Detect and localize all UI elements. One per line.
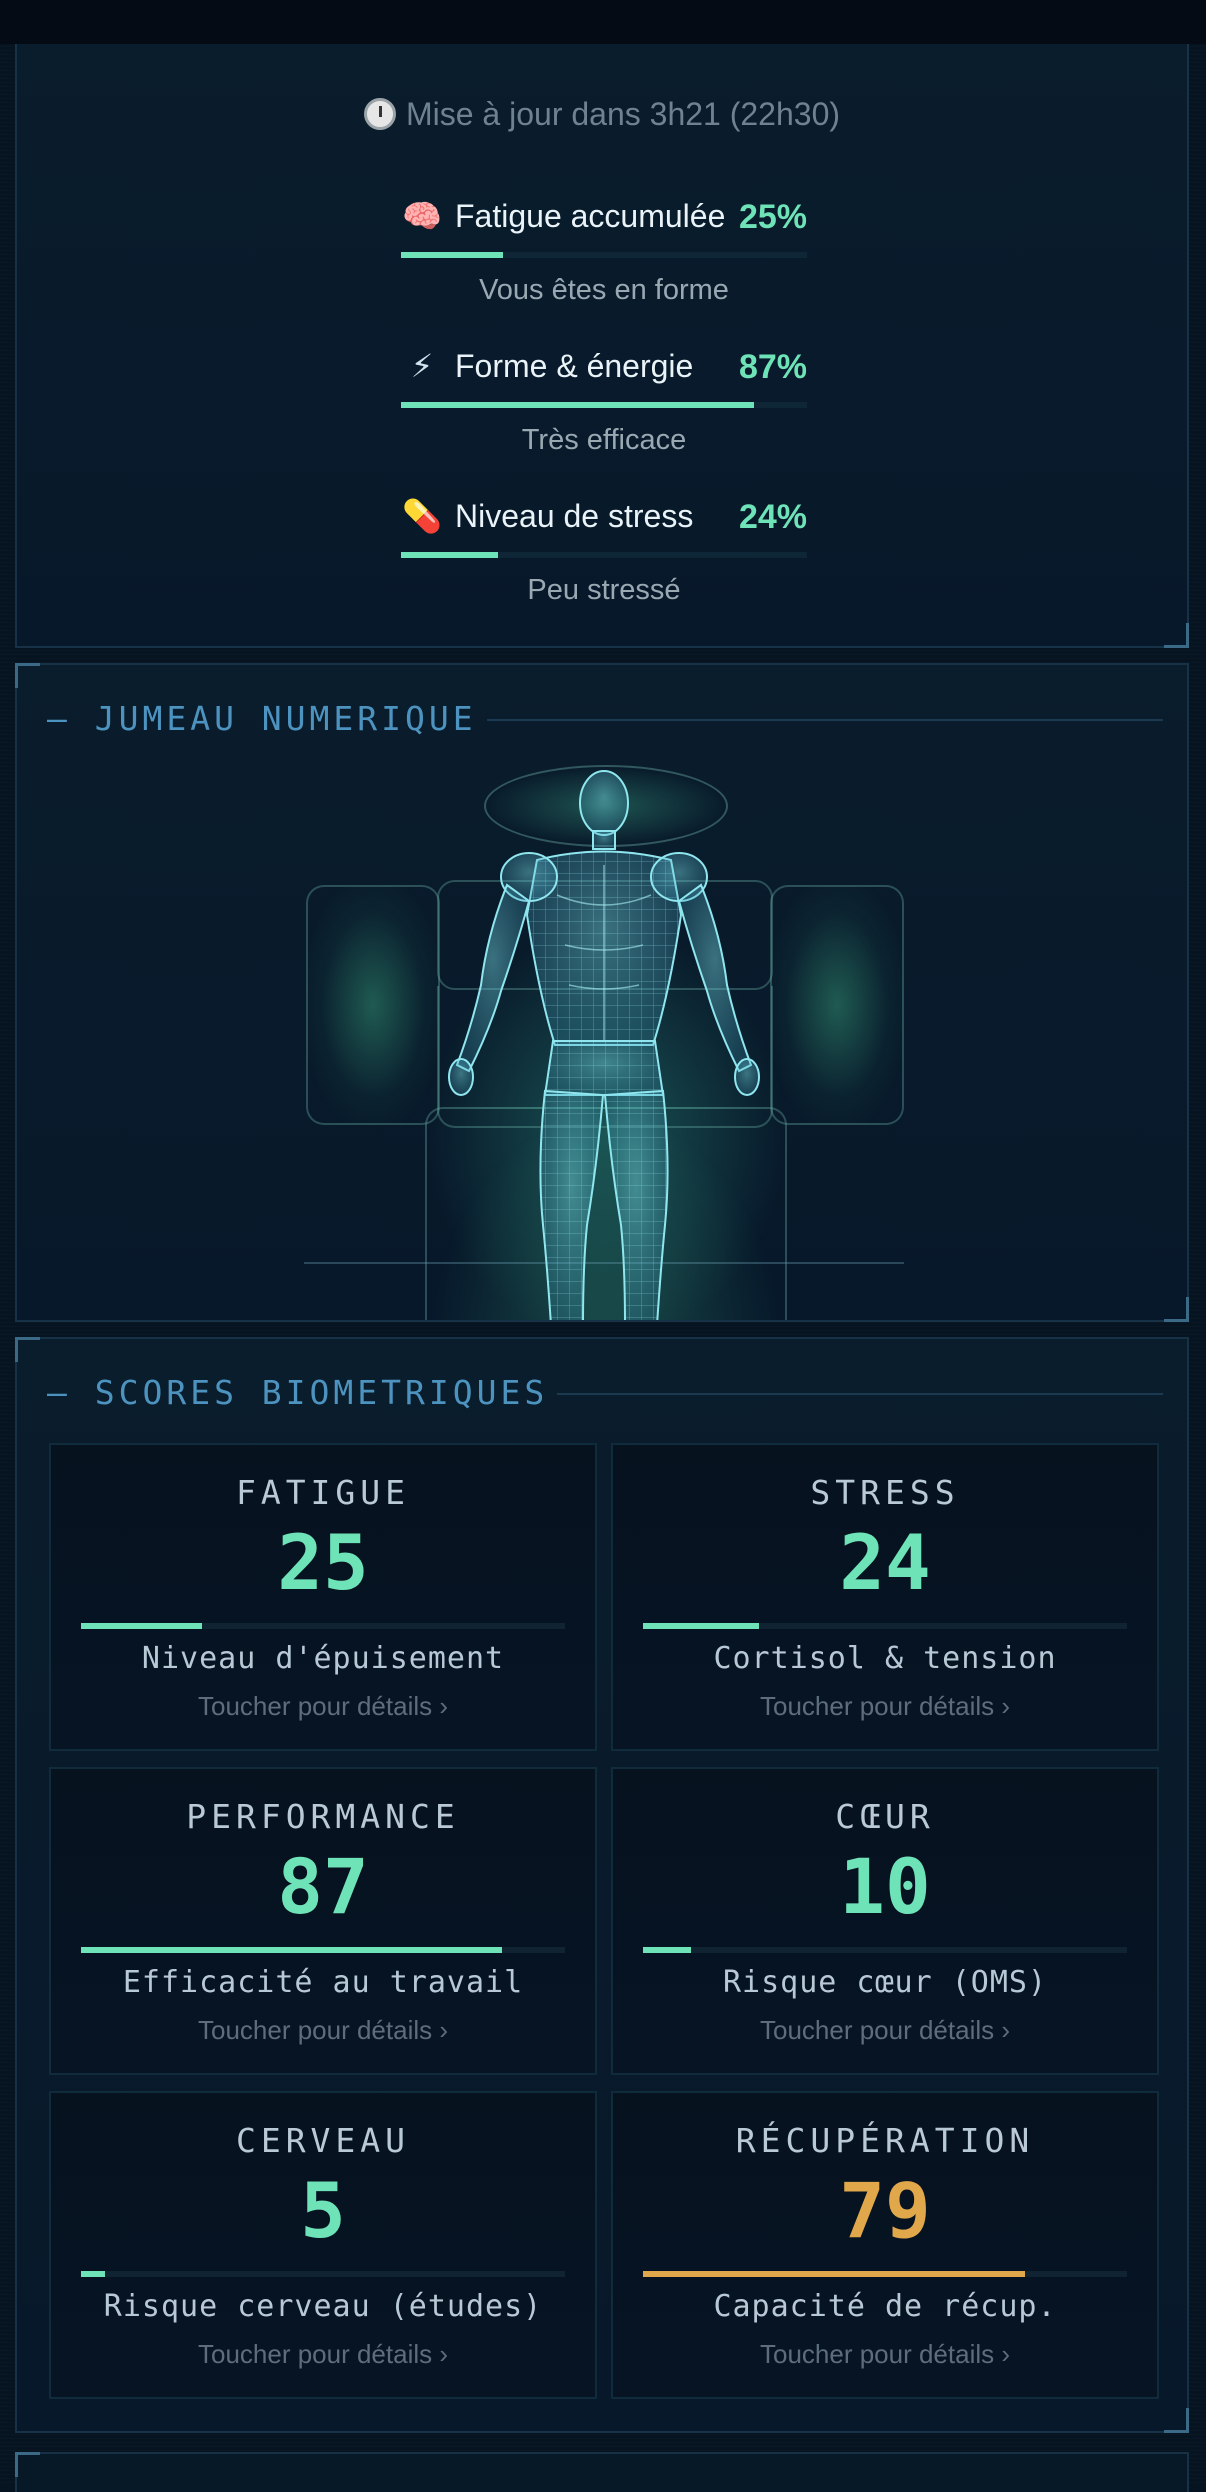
card-details-link[interactable]: Toucher pour détails ›: [613, 2339, 1157, 2370]
panel-corner: [15, 1337, 40, 1362]
card-title: RÉCUPÉRATION: [735, 2121, 1035, 2160]
card-description: Efficacité au travail: [122, 1965, 524, 2000]
card-progress-fill: [81, 1947, 503, 1953]
stopwatch-icon: [363, 98, 396, 130]
lightning-icon: ⚡: [410, 348, 434, 384]
metric-percent: 24%: [738, 498, 807, 536]
card-description: Capacité de récup.: [713, 2289, 1057, 2324]
card-value: 25: [277, 1518, 369, 1607]
card-value: 10: [839, 1842, 931, 1931]
metric-fatigue[interactable]: 🧠 Fatigue accumulée 25% Vous êtes en for…: [401, 194, 807, 306]
digital-twin-panel: – JUMEAU NUMERIQUE: [15, 663, 1189, 1322]
card-progress-fill: [643, 2271, 1026, 2277]
card-progress-bar: [81, 2271, 565, 2277]
card-progress-bar: [643, 1947, 1127, 1953]
card-value: 5: [300, 2166, 346, 2255]
title-divider: [487, 719, 1163, 721]
pill-icon: 💊: [402, 498, 442, 534]
metric-label: Forme & énergie: [455, 348, 694, 384]
top-status-bar: [0, 0, 1206, 44]
card-progress-fill: [81, 1623, 202, 1629]
metric-progress-fill: [401, 552, 499, 558]
score-card-fatigue[interactable]: FATIGUE 25 Niveau d'épuisement Toucher p…: [49, 1443, 597, 1751]
section-title: – SCORES BIOMETRIQUES: [47, 1373, 549, 1412]
body-model-stage[interactable]: [17, 765, 1187, 1320]
panel-corner: [15, 663, 40, 688]
card-description: Niveau d'épuisement: [141, 1641, 505, 1676]
panel-corner: [1164, 2408, 1189, 2433]
metric-progress-fill: [401, 402, 755, 408]
card-value: 24: [839, 1518, 931, 1607]
metric-progress-bar: [401, 252, 807, 258]
card-description: Risque cerveau (études): [103, 2289, 543, 2324]
metric-progress-bar: [401, 552, 807, 558]
metric-description: Très efficace: [521, 424, 687, 456]
card-progress-fill: [643, 1947, 692, 1953]
summary-panel: Mise à jour dans 3h21 (22h30) 🧠 Fatigue …: [15, 44, 1189, 648]
score-card-stress[interactable]: STRESS 24 Cortisol & tension Toucher pou…: [611, 1443, 1159, 1751]
card-progress-bar: [81, 1623, 565, 1629]
score-card-heart[interactable]: CŒUR 10 Risque cœur (OMS) Toucher pour d…: [611, 1767, 1159, 2075]
card-title: STRESS: [810, 1473, 960, 1512]
card-title: CERVEAU: [235, 2121, 411, 2160]
card-progress-bar: [643, 1623, 1127, 1629]
card-value: 87: [277, 1842, 369, 1931]
metric-percent: 25%: [738, 198, 807, 236]
title-divider: [557, 1393, 1163, 1395]
score-card-recovery[interactable]: RÉCUPÉRATION 79 Capacité de récup. Touch…: [611, 2091, 1159, 2399]
biometric-scores-panel: – SCORES BIOMETRIQUES FATIGUE 25 Niveau …: [15, 1337, 1189, 2433]
metric-label: Fatigue accumulée: [455, 198, 726, 234]
card-value: 79: [839, 2166, 931, 2255]
next-panel-edge: [15, 2452, 1189, 2492]
metric-description: Vous êtes en forme: [479, 274, 729, 306]
panel-corner: [1164, 623, 1189, 648]
metric-stress[interactable]: 💊 Niveau de stress 24% Peu stressé: [401, 494, 807, 606]
card-details-link[interactable]: Toucher pour détails ›: [51, 2015, 595, 2046]
card-details-link[interactable]: Toucher pour détails ›: [51, 1691, 595, 1722]
card-title: PERFORMANCE: [186, 1797, 460, 1836]
card-details-link[interactable]: Toucher pour détails ›: [51, 2339, 595, 2370]
metric-progress-bar: [401, 402, 807, 408]
metric-description: Peu stressé: [527, 574, 681, 606]
update-countdown: Mise à jour dans 3h21 (22h30): [17, 96, 1187, 133]
panel-corner: [15, 2452, 40, 2477]
score-card-brain[interactable]: CERVEAU 5 Risque cerveau (études) Touche…: [49, 2091, 597, 2399]
card-details-link[interactable]: Toucher pour détails ›: [613, 1691, 1157, 1722]
metric-percent: 87%: [738, 348, 807, 386]
metric-label: Niveau de stress: [455, 498, 694, 534]
card-progress-bar: [81, 1947, 565, 1953]
update-text: Mise à jour dans 3h21 (22h30): [405, 96, 841, 132]
brain-icon: 🧠: [402, 198, 442, 234]
card-description: Risque cœur (OMS): [722, 1965, 1048, 2000]
metric-energy[interactable]: ⚡ Forme & énergie 87% Très efficace: [401, 344, 807, 456]
card-details-link[interactable]: Toucher pour détails ›: [613, 2015, 1157, 2046]
card-description: Cortisol & tension: [713, 1641, 1057, 1676]
wireframe-body-figure: [448, 770, 760, 1320]
card-progress-fill: [81, 2271, 106, 2277]
section-title: – JUMEAU NUMERIQUE: [47, 699, 477, 738]
card-title: FATIGUE: [235, 1473, 411, 1512]
card-progress-fill: [643, 1623, 760, 1629]
card-title: CŒUR: [835, 1797, 935, 1836]
score-card-performance[interactable]: PERFORMANCE 87 Efficacité au travail Tou…: [49, 1767, 597, 2075]
card-progress-bar: [643, 2271, 1127, 2277]
metric-progress-fill: [401, 252, 503, 258]
